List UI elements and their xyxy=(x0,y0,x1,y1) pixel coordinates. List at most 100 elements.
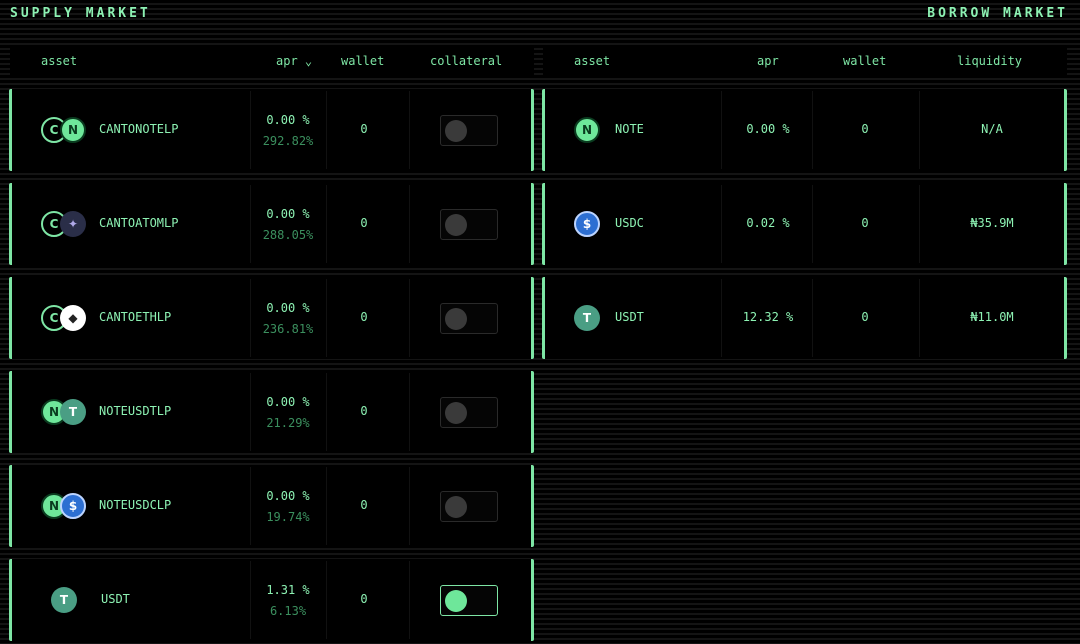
liquidity-value: N/A xyxy=(981,122,1003,136)
supply-apr: 0.00 % xyxy=(266,395,310,409)
column-divider xyxy=(409,373,410,451)
toggle-knob xyxy=(445,214,467,236)
column-divider xyxy=(409,185,410,263)
eth-token-icon: ◆ xyxy=(60,305,86,331)
supply-row-cantoatomlp[interactable]: C ✦ CANTOATOMLP 0.00 % 288.05% 0 xyxy=(9,183,534,265)
borrow-apr: 0.02 % xyxy=(746,216,790,230)
column-divider xyxy=(326,373,327,451)
collateral-toggle[interactable] xyxy=(440,491,498,522)
column-divider xyxy=(409,561,410,639)
supply-row-noteusdclp[interactable]: N $ NOTEUSDCLP 0.00 % 19.74% 0 xyxy=(9,465,534,547)
collateral-toggle[interactable] xyxy=(440,115,498,146)
toggle-knob xyxy=(445,120,467,142)
column-divider xyxy=(250,373,251,451)
reward-apr: 288.05% xyxy=(262,228,314,242)
wallet-balance: 0 xyxy=(360,216,368,230)
supply-header-collateral: collateral xyxy=(430,54,503,68)
column-divider xyxy=(721,279,722,357)
borrow-market-title: BORROW MARKET xyxy=(927,6,1068,21)
supply-apr: 0.00 % xyxy=(266,207,310,221)
column-divider xyxy=(326,467,327,545)
wallet-balance: 0 xyxy=(861,310,869,324)
collateral-toggle[interactable] xyxy=(440,397,498,428)
supply-row-usdt[interactable]: T USDT 1.31 % 6.13% 0 xyxy=(9,559,534,641)
borrow-apr: 12.32 % xyxy=(742,310,794,324)
wallet-balance: 0 xyxy=(861,216,869,230)
wallet-balance: 0 xyxy=(360,592,368,606)
wallet-balance: 0 xyxy=(360,122,368,136)
column-divider xyxy=(409,91,410,169)
note-token-icon: N xyxy=(60,117,86,143)
borrow-header-apr: apr xyxy=(757,54,779,68)
asset-name: NOTEUSDTLP xyxy=(99,404,172,418)
asset-name: NOTE xyxy=(615,122,644,136)
column-divider xyxy=(721,185,722,263)
reward-apr: 19.74% xyxy=(266,510,310,524)
supply-table-header: asset apr ⌄ wallet collateral xyxy=(10,46,534,78)
column-divider xyxy=(919,279,920,357)
column-divider xyxy=(326,561,327,639)
borrow-header-liquidity: liquidity xyxy=(957,54,1023,68)
column-divider xyxy=(250,561,251,639)
asset-name: CANTONOTELP xyxy=(99,122,179,136)
supply-apr: 1.31 % xyxy=(266,583,310,597)
supply-market-title: SUPPLY MARKET xyxy=(10,6,151,21)
column-divider xyxy=(721,91,722,169)
collateral-toggle[interactable] xyxy=(440,209,498,240)
note-token-icon: N xyxy=(574,117,600,143)
usdt-token-icon: T xyxy=(51,587,77,613)
column-divider xyxy=(812,185,813,263)
column-divider xyxy=(919,91,920,169)
wallet-balance: 0 xyxy=(861,122,869,136)
column-divider xyxy=(812,279,813,357)
borrow-row-note[interactable]: N NOTE 0.00 % 0 N/A xyxy=(542,89,1067,171)
supply-apr: 0.00 % xyxy=(266,113,310,127)
toggle-knob xyxy=(445,590,467,612)
wallet-balance: 0 xyxy=(360,310,368,324)
supply-row-noteusdtlp[interactable]: N T NOTEUSDTLP 0.00 % 21.29% 0 xyxy=(9,371,534,453)
wallet-balance: 0 xyxy=(360,404,368,418)
toggle-knob xyxy=(445,308,467,330)
toggle-knob xyxy=(445,496,467,518)
toggle-knob xyxy=(445,402,467,424)
column-divider xyxy=(409,467,410,545)
supply-apr: 0.00 % xyxy=(266,489,310,503)
borrow-apr: 0.00 % xyxy=(746,122,790,136)
asset-name: CANTOETHLP xyxy=(99,310,172,324)
borrow-row-usdt[interactable]: T USDT 12.32 % 0 ₦11.0M xyxy=(542,277,1067,359)
usdt-token-icon: T xyxy=(574,305,600,331)
asset-name: USDC xyxy=(615,216,644,230)
asset-name: USDT xyxy=(101,592,130,606)
liquidity-value: ₦35.9M xyxy=(970,216,1014,230)
usdc-token-icon: $ xyxy=(60,493,86,519)
column-divider xyxy=(326,91,327,169)
column-divider xyxy=(326,185,327,263)
atom-token-icon: ✦ xyxy=(60,211,86,237)
asset-name: USDT xyxy=(615,310,644,324)
borrow-header-wallet: wallet xyxy=(843,54,887,68)
reward-apr: 6.13% xyxy=(269,604,307,618)
collateral-toggle[interactable] xyxy=(440,585,498,616)
borrow-table-header: asset apr wallet liquidity xyxy=(543,46,1067,78)
supply-header-asset: asset xyxy=(41,54,78,68)
column-divider xyxy=(919,185,920,263)
supply-header-apr-sort[interactable]: apr ⌄ xyxy=(276,54,312,68)
column-divider xyxy=(326,279,327,357)
borrow-row-usdc[interactable]: $ USDC 0.02 % 0 ₦35.9M xyxy=(542,183,1067,265)
supply-apr: 0.00 % xyxy=(266,301,310,315)
column-divider xyxy=(250,91,251,169)
reward-apr: 236.81% xyxy=(262,322,314,336)
column-divider xyxy=(250,467,251,545)
supply-row-cantoethlp[interactable]: C ◆ CANTOETHLP 0.00 % 236.81% 0 xyxy=(9,277,534,359)
column-divider xyxy=(409,279,410,357)
collateral-toggle[interactable] xyxy=(440,303,498,334)
supply-header-wallet: wallet xyxy=(341,54,385,68)
column-divider xyxy=(250,185,251,263)
supply-row-cantonotelp[interactable]: C N CANTONOTELP 0.00 % 292.82% 0 xyxy=(9,89,534,171)
reward-apr: 292.82% xyxy=(262,134,314,148)
asset-name: CANTOATOMLP xyxy=(99,216,179,230)
usdt-token-icon: T xyxy=(60,399,86,425)
liquidity-value: ₦11.0M xyxy=(970,310,1014,324)
borrow-header-asset: asset xyxy=(574,54,611,68)
asset-name: NOTEUSDCLP xyxy=(99,498,172,512)
